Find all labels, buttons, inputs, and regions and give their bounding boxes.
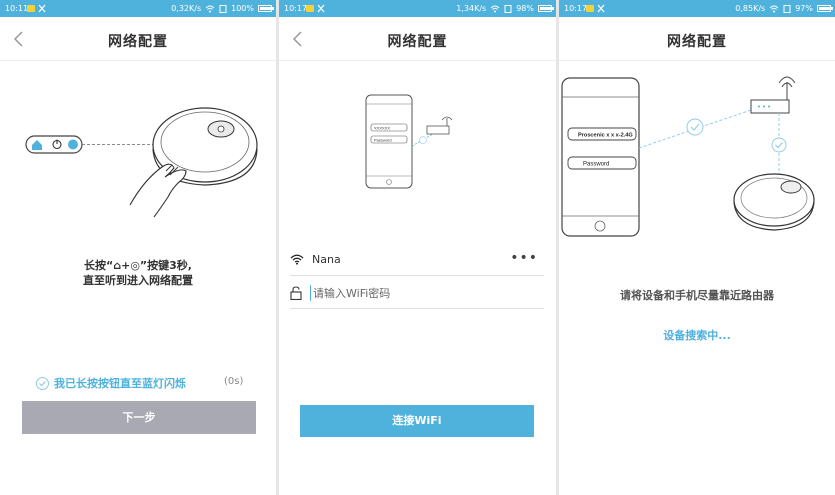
sim-icon: [504, 4, 512, 13]
network-speed: 0,32K/s: [171, 4, 202, 13]
sim-icon: [219, 4, 227, 13]
screen-press-button: 10:11 0,32K/s 100% 网络配置 长按“⌂+◎”按键3秒, 直至听…: [0, 0, 276, 495]
battery-fill: [540, 7, 552, 10]
password-field-text: Password: [583, 162, 609, 168]
password-row[interactable]: 请输入WiFi密码: [290, 277, 544, 309]
page-title: 网络配置: [667, 34, 727, 50]
status-bar: 10:11 0,32K/s 100%: [0, 0, 276, 17]
battery-icon: [258, 5, 274, 12]
instruction-line-2: 直至听到进入网络配置: [83, 274, 193, 287]
wifi-network-row[interactable]: Nana •••: [290, 244, 544, 276]
page-title: 网络配置: [108, 34, 168, 50]
wifi-icon: [290, 254, 304, 265]
confirm-label: 我已长按按钮直至蓝灯闪烁: [54, 377, 186, 390]
wifi-status-icon: [490, 5, 500, 12]
battery-percent: 97%: [795, 4, 813, 13]
sim-icon: [783, 4, 791, 13]
spot-clean-icon: [68, 139, 78, 150]
connect-wifi-button[interactable]: 连接WiFi: [300, 405, 534, 437]
searching-status: 设备搜索中...: [663, 329, 731, 342]
unlock-icon: [290, 285, 302, 300]
status-bar: 10:17 1,34K/s 98%: [279, 0, 556, 17]
password-field-text: Password: [374, 138, 392, 143]
battery-icon: [817, 5, 833, 12]
ssid-field-text: XXXXXX: [374, 126, 390, 131]
notification-icons: [27, 4, 46, 13]
wifi-status-icon: [205, 5, 215, 12]
notification-icons: [306, 4, 325, 13]
phone-router-illustration: XXXXXX Password: [365, 94, 453, 189]
battery-percent: 100%: [231, 4, 254, 13]
next-step-button[interactable]: 下一步: [22, 401, 256, 434]
status-time: 10:17: [284, 4, 308, 13]
status-bar: 10:17 0,85K/s 97%: [559, 0, 835, 17]
confirm-checkbox-row[interactable]: 我已长按按钮直至蓝灯闪烁: [36, 375, 186, 391]
status-time: 10:11: [5, 4, 29, 13]
battery-fill: [260, 7, 272, 10]
router-icon: [426, 125, 450, 135]
network-speed: 1,34K/s: [456, 4, 487, 13]
title-bar: 网络配置: [559, 17, 835, 61]
screen-enter-wifi: 10:17 1,34K/s 98% 网络配置 XXXXXX Password N…: [279, 0, 556, 495]
title-bar: 网络配置: [0, 17, 276, 61]
network-speed: 0,85K/s: [735, 4, 766, 13]
more-options-icon[interactable]: •••: [510, 250, 538, 266]
placement-hint: 请将设备和手机尽量靠近路由器: [620, 289, 774, 302]
hand-icon: [129, 163, 187, 218]
battery-icon: [538, 5, 554, 12]
ssid-field-text: Proscenic x x x-2.4G: [578, 133, 633, 139]
status-time: 10:17: [564, 4, 588, 13]
checkmark-icon[interactable]: [36, 376, 49, 390]
notification-icons: [586, 4, 605, 13]
wifi-network-name: Nana: [312, 253, 341, 266]
title-bar: 网络配置: [279, 17, 556, 61]
battery-percent: 98%: [516, 4, 534, 13]
robot-button-illustration: [25, 107, 258, 218]
phone-router-robot-illustration: Proscenic x x x-2.4G Password: [561, 76, 815, 237]
page-title: 网络配置: [387, 34, 448, 50]
screen-searching-device: 10:17 0,85K/s 97% 网络配置 Proscenic x x x-2…: [559, 0, 835, 495]
wifi-status-icon: [769, 5, 779, 12]
password-input[interactable]: 请输入WiFi密码: [310, 284, 390, 301]
battery-fill: [819, 7, 831, 10]
countdown-timer: (0s): [224, 376, 244, 387]
